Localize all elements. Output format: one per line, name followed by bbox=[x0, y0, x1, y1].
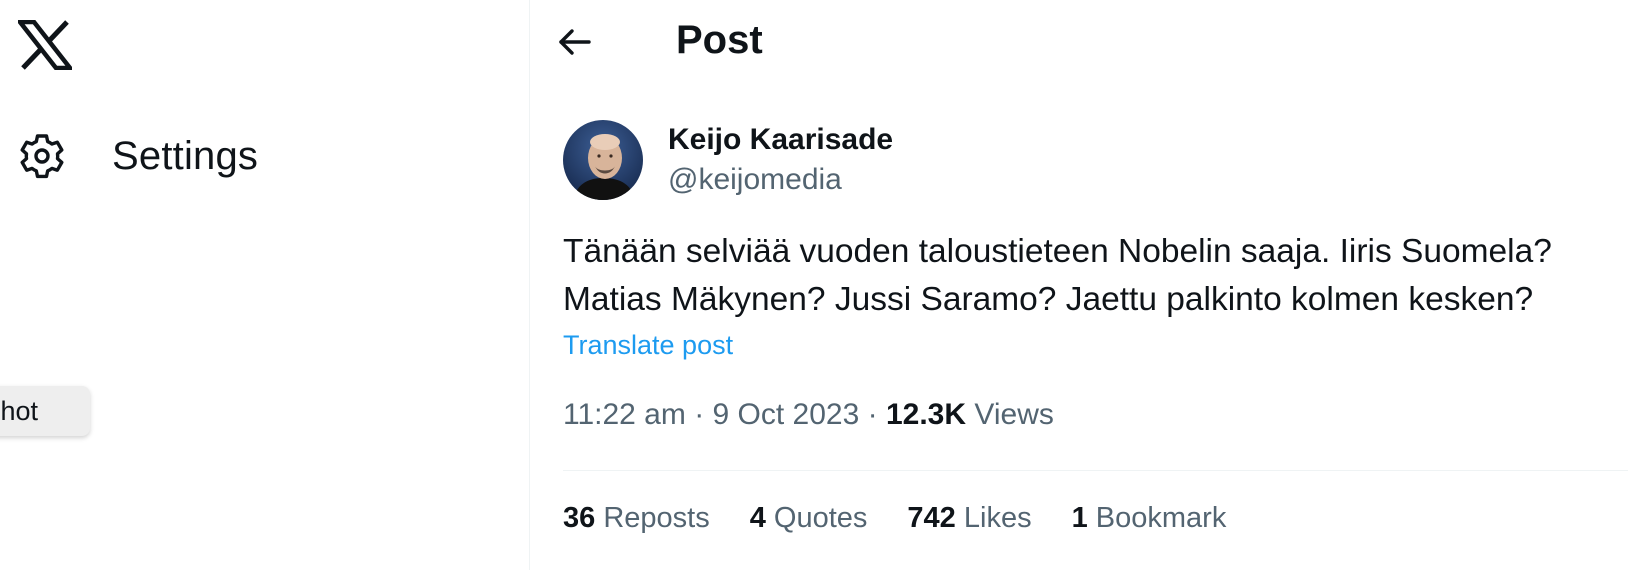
post-text: Tänään selviää vuoden taloustieteen Nobe… bbox=[563, 233, 1552, 318]
tooltip-text: nshot bbox=[0, 395, 39, 426]
translate-post-link[interactable]: Translate post bbox=[563, 330, 733, 361]
gear-icon bbox=[18, 132, 66, 180]
post-header: Post bbox=[531, 0, 1628, 86]
engagement-stats: 36 Reposts 4 Quotes 742 Likes 1 Bookmark bbox=[563, 502, 1266, 535]
app-window: Settings nshot Post bbox=[0, 0, 1628, 570]
post-date[interactable]: 9 Oct 2023 bbox=[713, 398, 860, 431]
likes-stat[interactable]: 742 Likes bbox=[907, 502, 1031, 535]
quotes-label: Quotes bbox=[773, 502, 868, 534]
quotes-stat[interactable]: 4 Quotes bbox=[750, 502, 868, 535]
screenshot-tooltip: nshot bbox=[0, 386, 90, 436]
reposts-count: 36 bbox=[563, 502, 596, 534]
reposts-stat[interactable]: 36 Reposts bbox=[563, 502, 710, 535]
meta-separator: · bbox=[685, 398, 713, 431]
bookmarks-stat[interactable]: 1 Bookmark bbox=[1072, 502, 1227, 535]
bookmarks-label: Bookmark bbox=[1095, 502, 1227, 534]
reposts-label: Reposts bbox=[603, 502, 710, 534]
author-display-name[interactable]: Keijo Kaarisade bbox=[668, 122, 893, 158]
post-author: Keijo Kaarisade @keijomedia bbox=[563, 120, 893, 200]
post-detail-column: Post Keijo Kaarisade @keijomedia Tänään … bbox=[531, 0, 1628, 570]
quotes-count: 4 bbox=[749, 502, 766, 534]
likes-count: 742 bbox=[907, 502, 956, 534]
bookmarks-count: 1 bbox=[1071, 502, 1088, 534]
views-label: Views bbox=[974, 398, 1054, 431]
author-handle[interactable]: @keijomedia bbox=[668, 162, 893, 198]
post-meta: 11:22 am · 9 Oct 2023 · 12.3K Views bbox=[563, 398, 1054, 432]
arrow-left-icon bbox=[558, 28, 592, 61]
sidebar-item-settings[interactable]: Settings bbox=[18, 128, 258, 184]
divider bbox=[563, 470, 1628, 471]
sidebar-item-label: Settings bbox=[112, 133, 259, 178]
post-time[interactable]: 11:22 am bbox=[563, 398, 686, 431]
meta-separator: · bbox=[859, 398, 886, 431]
back-button[interactable] bbox=[553, 22, 597, 66]
views-count: 12.3K bbox=[885, 398, 967, 431]
avatar[interactable] bbox=[563, 120, 643, 200]
x-logo-icon[interactable] bbox=[15, 19, 75, 71]
author-info: Keijo Kaarisade @keijomedia bbox=[668, 120, 893, 198]
sidebar: Settings nshot bbox=[0, 0, 530, 570]
likes-label: Likes bbox=[963, 502, 1032, 534]
page-title: Post bbox=[676, 18, 763, 62]
